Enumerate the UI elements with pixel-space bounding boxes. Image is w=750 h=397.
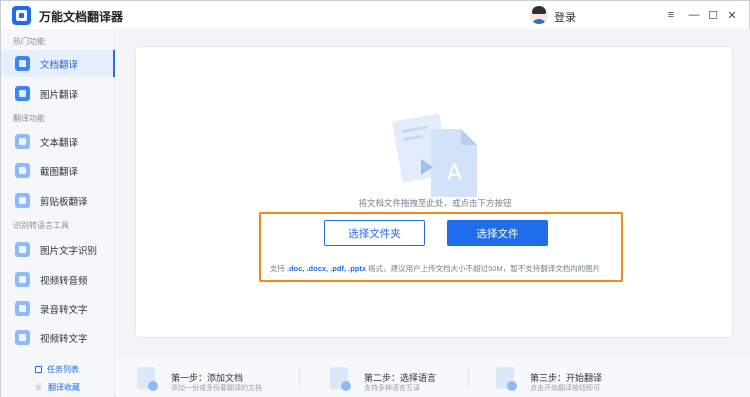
document-translate-illustration-icon: A	[392, 113, 477, 197]
drop-hint: 将文档文件拖拽至此处，或点击下方按钮	[358, 198, 512, 208]
document-translate-icon	[15, 56, 30, 71]
close-icon[interactable]: ✕	[722, 5, 742, 25]
section-title-translate: 翻译功能	[13, 114, 45, 123]
app-logo-icon	[12, 6, 31, 25]
app-title: 万能文档翻译器	[39, 10, 124, 24]
start-translate-icon	[496, 367, 517, 391]
star-icon: ☆	[35, 382, 43, 392]
sidebar: 热门功能 文档翻译 图片翻译 翻译功能 文本翻译 截图翻译 剪贴板翻译 识别转语…	[1, 29, 115, 397]
svg-text:A: A	[447, 161, 462, 186]
sidebar-item-label: 剪贴板翻译	[40, 196, 88, 208]
support-suffix: 格式，建议用户上传文档大小不超过50M，暂不支持翻译文档内的图片	[368, 264, 601, 273]
image-translate-icon	[15, 86, 30, 101]
app-window: 万能文档翻译器 登录 ≡ — ☐ ✕ 热门功能 文档翻译 图片翻译 翻译功能 文…	[0, 0, 750, 397]
title-bar: 万能文档翻译器 登录 ≡ — ☐ ✕	[1, 1, 749, 29]
favorites-link[interactable]: ☆ 翻译收藏	[35, 382, 80, 393]
sidebar-item-screenshot-translate[interactable]: 截图翻译	[1, 157, 115, 184]
support-prefix: 支持	[269, 264, 285, 273]
step-divider	[468, 367, 469, 389]
sidebar-item-label: 文本翻译	[40, 137, 79, 149]
sidebar-item-label: 视频转音频	[40, 275, 88, 287]
sidebar-item-text-translate[interactable]: 文本翻译	[1, 128, 115, 155]
sidebar-item-audio-to-text[interactable]: 录音转文字	[1, 295, 115, 322]
video-to-audio-icon	[15, 272, 30, 287]
clipboard-translate-icon	[15, 193, 30, 208]
task-list-icon	[35, 366, 42, 373]
sidebar-item-video-to-text[interactable]: 视频转文字	[1, 324, 115, 351]
sidebar-item-clipboard-translate[interactable]: 剪贴板翻译	[1, 187, 115, 214]
main-area: A 将文档文件拖拽至此处，或点击下方按钮 选择文件夹 选择文件 支持 .doc,…	[116, 29, 750, 397]
section-title-hot: 热门功能	[13, 37, 45, 46]
maximize-icon[interactable]: ☐	[703, 5, 723, 25]
select-folder-button[interactable]: 选择文件夹	[324, 220, 425, 246]
task-list-label: 任务列表	[47, 365, 79, 374]
step-1: 第一步：添加文档 添加一份或多份要翻译的文档	[137, 359, 307, 397]
sidebar-item-ocr[interactable]: 图片文字识别	[1, 236, 115, 263]
minimize-icon[interactable]: —	[684, 5, 704, 25]
steps-bar: 第一步：添加文档 添加一份或多份要翻译的文档 第二步：选择语言 支持多种语言互译…	[116, 359, 750, 397]
sidebar-item-image-translate[interactable]: 图片翻译	[1, 80, 115, 107]
add-document-icon	[137, 367, 158, 391]
step-desc: 点击开始翻译按钮即可	[530, 385, 600, 392]
sidebar-item-label: 图片文字识别	[40, 245, 98, 257]
supported-formats-note: 支持 .doc, .docx, .pdf, .pptx 格式，建议用户上传文档大…	[136, 263, 734, 274]
sidebar-item-video-to-audio[interactable]: 视频转音频	[1, 266, 115, 293]
sidebar-item-label: 图片翻译	[40, 89, 79, 101]
user-avatar-icon[interactable]	[530, 6, 548, 24]
select-file-button[interactable]: 选择文件	[447, 220, 548, 246]
favorites-label: 翻译收藏	[48, 383, 80, 392]
select-language-icon	[330, 367, 351, 391]
step-3: 第三步：开始翻译 点击开始翻译按钮即可	[496, 359, 666, 397]
sidebar-item-label: 文档翻译	[40, 59, 79, 71]
step-2: 第二步：选择语言 支持多种语言互译	[330, 359, 500, 397]
sidebar-item-label: 视频转文字	[40, 333, 88, 345]
login-link[interactable]: 登录	[554, 9, 576, 25]
ocr-icon	[15, 242, 30, 257]
task-list-link[interactable]: 任务列表	[35, 364, 79, 375]
sidebar-item-document-translate[interactable]: 文档翻译	[1, 50, 115, 77]
screenshot-translate-icon	[15, 163, 30, 178]
video-to-text-icon	[15, 330, 30, 345]
section-title-recognition: 识别转语言工具	[13, 221, 69, 230]
menu-icon[interactable]: ≡	[661, 5, 681, 25]
step-desc: 支持多种语言互译	[364, 385, 420, 392]
step-divider	[299, 367, 300, 389]
sidebar-item-label: 录音转文字	[40, 304, 88, 316]
text-translate-icon	[15, 134, 30, 149]
support-formats: .doc, .docx, .pdf, .pptx	[286, 264, 367, 273]
sidebar-item-label: 截图翻译	[40, 166, 79, 178]
step-desc: 添加一份或多份要翻译的文档	[171, 385, 262, 392]
drop-zone[interactable]: A 将文档文件拖拽至此处，或点击下方按钮 选择文件夹 选择文件 支持 .doc,…	[135, 46, 733, 338]
audio-to-text-icon	[15, 301, 30, 316]
